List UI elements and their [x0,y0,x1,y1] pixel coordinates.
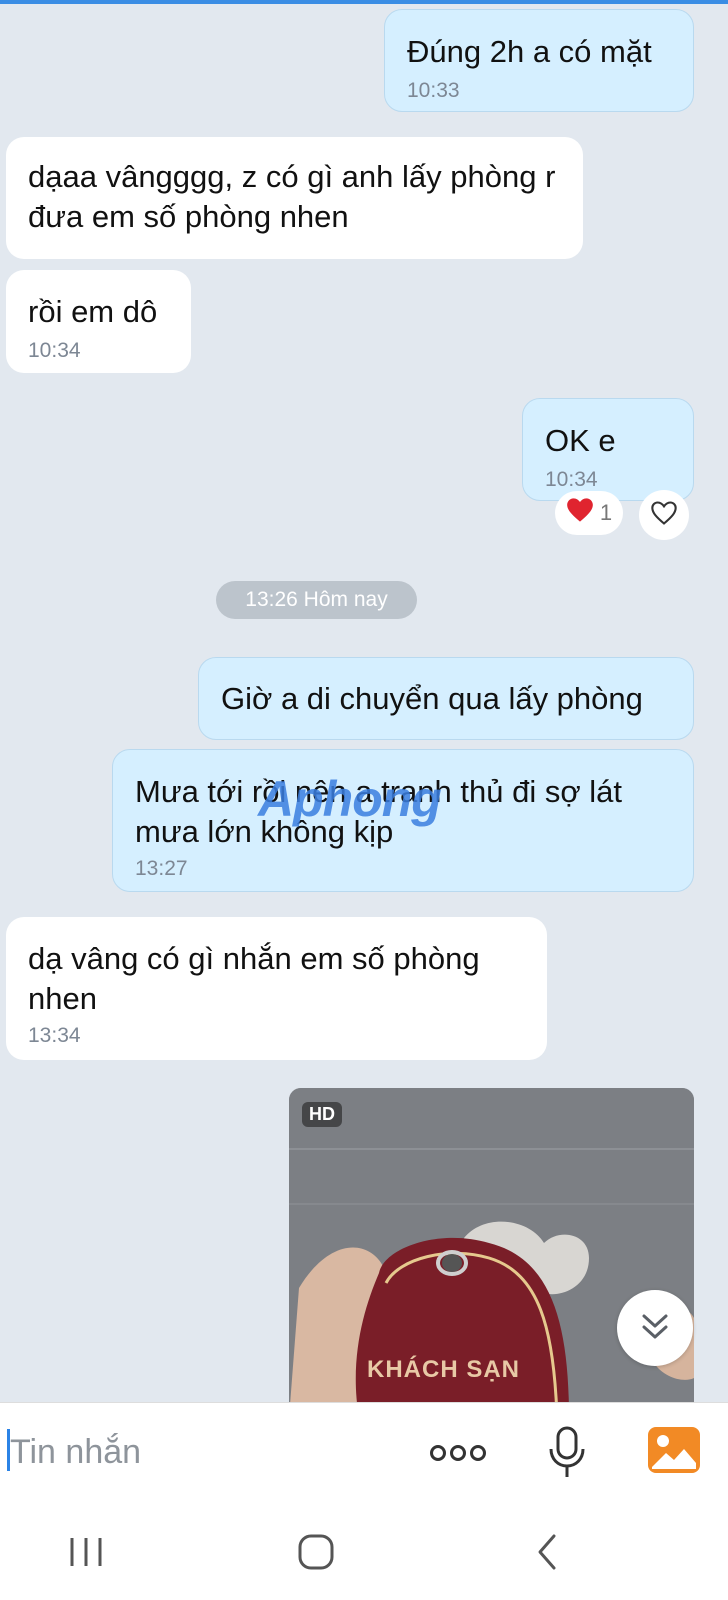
message-text: dạ vâng có gì nhắn em số phòng nhen [28,941,480,1016]
react-heart-button[interactable] [639,490,689,540]
key-tag-text: KHÁCH SẠN [367,1356,520,1383]
message-incoming[interactable]: dạ vâng có gì nhắn em số phòng nhen 13:3… [6,917,547,1060]
system-nav-bar [0,1504,728,1600]
message-incoming[interactable]: rồi em dô 10:34 [6,270,191,373]
image-icon [648,1427,700,1473]
voice-message-button[interactable] [547,1425,587,1481]
more-options-button[interactable] [428,1435,488,1471]
reaction-count: 1 [599,500,613,525]
message-time: 13:34 [28,1024,81,1047]
message-composer: Tin nhắn [0,1402,728,1504]
chat-area[interactable]: Đúng 2h a có mặt 10:33 dạaa vângggg, z c… [0,0,728,1402]
message-text: OK e [545,423,616,458]
message-text: Đúng 2h a có mặt [407,34,652,69]
hd-badge: HD [302,1102,342,1127]
recent-apps-button[interactable] [66,1534,106,1570]
message-outgoing[interactable]: Đúng 2h a có mặt 10:33 [384,9,694,112]
message-outgoing[interactable]: Giờ a di chuyển qua lấy phòng [198,657,694,740]
home-button[interactable] [296,1532,336,1572]
reaction-badge[interactable]: 1 [555,491,623,535]
message-text: rồi em dô [28,294,158,329]
message-input[interactable]: Tin nhắn [10,1433,141,1472]
double-chevron-down-icon [638,1309,672,1348]
scroll-to-bottom-button[interactable] [617,1290,693,1366]
watermark-logo: Aphong [258,771,442,827]
message-time: 13:27 [135,857,188,880]
message-outgoing[interactable]: OK e 10:34 [522,398,694,501]
recent-apps-icon [70,1538,102,1566]
date-separator: 13:26 Hôm nay [216,581,417,619]
red-heart-icon [566,497,594,529]
message-text: dạaa vângggg, z có gì anh lấy phòng r đư… [28,159,556,234]
message-time: 10:34 [545,468,598,491]
heart-outline-icon [650,500,678,531]
send-image-button[interactable] [646,1423,702,1479]
message-text: Giờ a di chuyển qua lấy phòng [221,681,643,716]
back-icon [538,1534,556,1570]
back-button[interactable] [532,1532,562,1572]
message-incoming[interactable]: dạaa vângggg, z có gì anh lấy phòng r đư… [6,137,583,259]
message-time: 10:33 [407,79,460,102]
more-dots-icon [430,1445,486,1461]
message-time: 10:34 [28,339,81,362]
microphone-icon [549,1426,585,1477]
home-icon [298,1534,334,1570]
